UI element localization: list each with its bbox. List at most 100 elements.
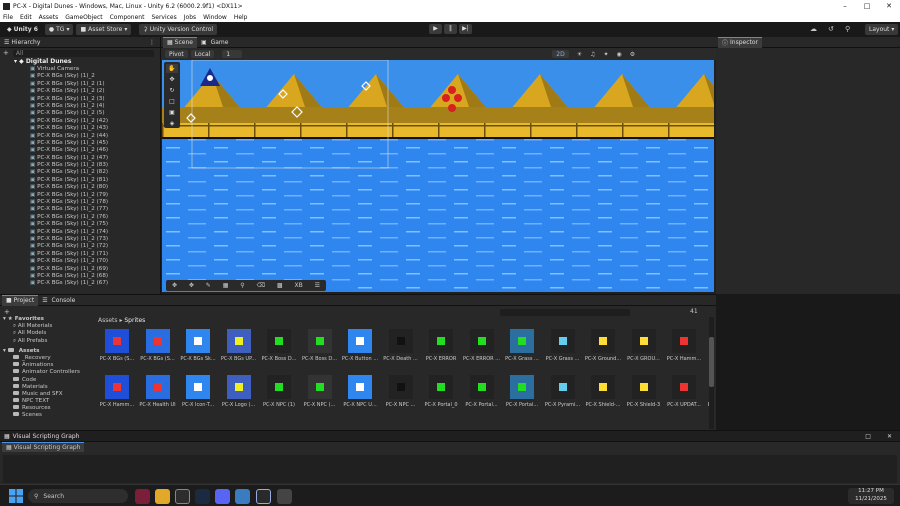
menu-edit[interactable]: Edit [20, 14, 32, 21]
audio-icon[interactable]: ♫ [590, 51, 595, 58]
cloud-icon[interactable]: ☁ [810, 25, 817, 33]
asset-item[interactable]: PC-X Boss D... [260, 329, 298, 362]
pivot-dropdown[interactable]: Pivot [165, 50, 188, 58]
folder-item[interactable]: Materials [3, 383, 95, 391]
user-button[interactable]: ● TG ▾ [44, 24, 74, 35]
app-icon-blue[interactable] [235, 489, 250, 504]
more-options-icon[interactable]: ⋮ [149, 39, 155, 46]
tab-inspector[interactable]: ⓘ Inspector [718, 36, 763, 48]
gizmos-icon[interactable]: ⚙ [630, 51, 635, 58]
folder-item[interactable]: _Recovery [3, 354, 95, 362]
lighting-icon[interactable]: ☀ [577, 51, 582, 58]
taskbar-search[interactable]: ⚲ Search [28, 489, 128, 503]
scale-tool-icon[interactable]: □ [166, 97, 178, 106]
discord-icon[interactable] [215, 489, 230, 504]
asset-item[interactable]: PC-X BGs UP... [220, 329, 258, 362]
rect-tool-icon[interactable]: ▣ [166, 108, 178, 117]
folder-item[interactable]: Code [3, 376, 95, 384]
add-icon[interactable]: + [4, 308, 10, 316]
tab-game[interactable]: ▣ Game [197, 39, 232, 46]
maximize-button[interactable]: □ [856, 0, 878, 12]
hierarchy-item[interactable]: ▣ PC-X BGs (Sky) (1)_2 (4) [30, 103, 160, 110]
hierarchy-item[interactable]: ▣ PC-X BGs (Sky) (1)_2 (83) [30, 162, 160, 169]
hierarchy-item[interactable]: ▣ PC-X BGs (Sky) (1)_2 (76) [30, 214, 160, 221]
hierarchy-item[interactable]: ▣ PC-X BGs (Sky) (1)_2 (45) [30, 140, 160, 147]
favorite-item[interactable]: ⌕ All Models [3, 330, 95, 337]
version-control-button[interactable]: ⚳ Unity Version Control [139, 24, 218, 35]
scene-root[interactable]: ▾ ◆ Digital Dunes [0, 58, 160, 66]
project-search-input[interactable] [500, 309, 630, 316]
asset-item[interactable]: PC-X Grass ... [544, 329, 582, 362]
menu-help[interactable]: Help [234, 14, 248, 21]
tab-console[interactable]: ☰ Console [38, 297, 79, 304]
asset-item[interactable]: PC-X BGs Sk... [179, 329, 217, 362]
toggle-2d-button[interactable]: 2D [552, 50, 569, 58]
visibility-icon[interactable]: ◉ [617, 51, 622, 58]
minimize-button[interactable]: – [834, 0, 856, 12]
hierarchy-item[interactable]: ▣ PC-X BGs (Sky) (1)_2 (2) [30, 88, 160, 95]
hierarchy-item[interactable]: ▣ PC-X BGs (Sky) (1)_2 (46) [30, 147, 160, 154]
asset-item[interactable]: PC-X Health UI [139, 375, 177, 408]
menu-file[interactable]: File [3, 14, 13, 21]
box-fill-icon[interactable]: ▦ [223, 282, 229, 289]
menu-services[interactable]: Services [151, 14, 176, 21]
vsg-canvas[interactable] [3, 455, 897, 483]
asset-item[interactable]: PC-X Grass ... [503, 329, 541, 362]
asset-item[interactable]: PC-X Shield-3 [625, 375, 663, 408]
asset-item[interactable]: PC-X UPDAT... [665, 375, 703, 408]
asset-item[interactable]: PC-X Button ... [341, 329, 379, 362]
scene-viewport[interactable]: ✋ ✥ ↻ □ ▣ ◈ ✥ ✥ ✎ ▦ ⚲ ⌫ ▩ XB ☰ [162, 60, 714, 292]
hierarchy-item[interactable]: ▣ PC-X BGs (Sky) (1)_2 (1) [30, 81, 160, 88]
asset-item[interactable]: PC-X Portal... [503, 375, 541, 408]
asset-item[interactable]: PC-X Shield-... [584, 375, 622, 408]
close-button[interactable]: ✕ [878, 0, 900, 12]
play-button[interactable]: ▶ [429, 24, 442, 34]
tab-scene[interactable]: ▦ Scene [163, 36, 197, 48]
scene-canvas[interactable] [162, 60, 714, 292]
windows-start-icon[interactable] [9, 489, 23, 503]
asset-item[interactable]: PC-X NPC U... [341, 375, 379, 408]
history-icon[interactable]: ↺ [828, 25, 834, 33]
menu-icon[interactable]: ☰ [315, 282, 320, 289]
folder-item[interactable]: NPC TEXT [3, 398, 95, 405]
hierarchy-item[interactable]: ▣ PC-X BGs (Sky) (1)_2 (47) [30, 155, 160, 162]
asset-item[interactable]: PC-X Icon-T... [179, 375, 217, 408]
breadcrumb-sprites[interactable]: Sprites [124, 317, 145, 324]
rotate-tool-icon[interactable]: ↻ [166, 86, 178, 95]
hierarchy-item[interactable]: ▣ PC-X BGs (Sky) (1)_2 (72) [30, 243, 160, 250]
favorites-header[interactable]: ▾ ★ Favorites [3, 316, 95, 323]
asset-item[interactable]: PC-X Portal... [463, 375, 501, 408]
asset-item[interactable]: PC-X Death ... [382, 329, 420, 362]
effects-icon[interactable]: ✦ [604, 51, 609, 58]
hierarchy-search-input[interactable]: All [12, 49, 154, 57]
hierarchy-item[interactable]: ▣ PC-X BGs (Sky) (1)_2 (5) [30, 110, 160, 117]
hand-tool-icon[interactable]: ✋ [166, 64, 178, 73]
eraser-icon[interactable]: ⌫ [257, 282, 265, 289]
hierarchy-item[interactable]: ▣ PC-X BGs (Sky) (1)_2 (68) [30, 273, 160, 280]
local-dropdown[interactable]: Local [190, 50, 215, 58]
hierarchy-item[interactable]: ▣ PC-X BGs (Sky) (1)_2 (80) [30, 184, 160, 191]
asset-item[interactable]: PC-X ERROR [422, 329, 460, 362]
hierarchy-item[interactable]: ▣ PC-X BGs (Sky) (1)_2 (77) [30, 206, 160, 213]
picker-icon[interactable]: ⚲ [240, 282, 244, 289]
hierarchy-item[interactable]: ▣ PC-X BGs (Sky) (1)_2 (3) [30, 96, 160, 103]
breadcrumb-assets[interactable]: Assets [98, 317, 118, 324]
asset-item[interactable]: PC-X NPC ... [382, 375, 420, 408]
grid-snap-value[interactable]: 1 [222, 50, 243, 58]
project-scrollbar[interactable] [709, 317, 714, 429]
menu-component[interactable]: Component [110, 14, 145, 21]
xb-button[interactable]: XB [295, 282, 303, 289]
menu-jobs[interactable]: Jobs [184, 14, 196, 21]
app-icon-circle[interactable] [256, 489, 271, 504]
asset-item[interactable]: PC-X GROU... [625, 329, 663, 362]
asset-item[interactable]: PC-X Portal_0 [422, 375, 460, 408]
move-tool-icon[interactable]: ✥ [166, 75, 178, 84]
hierarchy-item[interactable]: ▣ PC-X BGs (Sky) (1)_2 [30, 73, 160, 80]
menu-window[interactable]: Window [203, 14, 227, 21]
clock[interactable]: 11:27 PM 11/21/2025 [848, 488, 894, 504]
folder-item[interactable]: Resources [3, 405, 95, 412]
hierarchy-item[interactable]: ▣ PC-X BGs (Sky) (1)_2 (74) [30, 229, 160, 236]
asset-item[interactable]: PC-X NPC (... [301, 375, 339, 408]
asset-item[interactable]: PC-X Logo (... [220, 375, 258, 408]
hierarchy-item[interactable]: ▣ PC-X BGs (Sky) (1)_2 (82) [30, 169, 160, 176]
